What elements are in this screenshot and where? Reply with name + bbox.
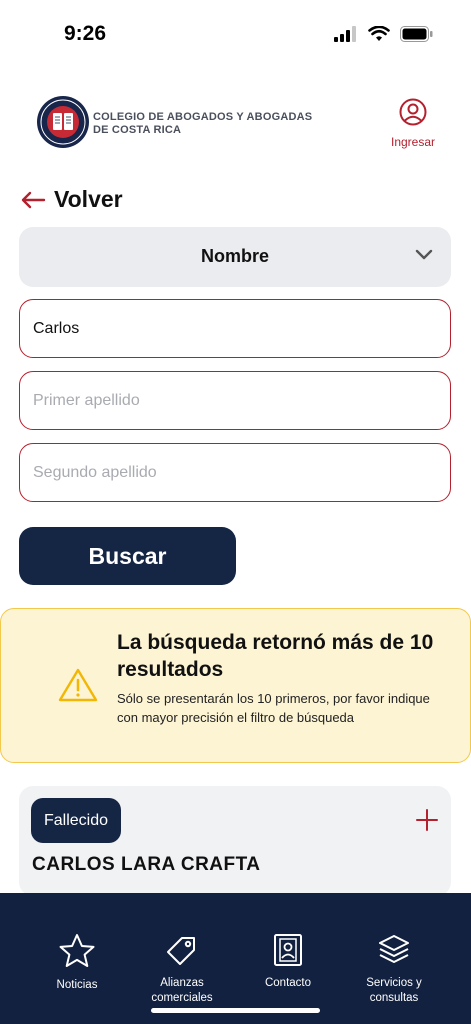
back-button[interactable]: Volver: [20, 186, 123, 213]
organization-name-line2: DE COSTA RICA: [93, 124, 182, 136]
organization-name: COLEGIO DE ABOGADOS Y ABOGADAS DE COSTA …: [93, 111, 323, 137]
search-button[interactable]: Buscar: [19, 527, 236, 585]
search-type-dropdown[interactable]: Nombre: [19, 227, 451, 287]
first-surname-field: [19, 371, 451, 430]
alert-message: Sólo se presentarán los 10 primeros, por…: [117, 691, 430, 725]
layers-icon: [379, 935, 409, 963]
result-name: CARLOS LARA CRAFTA: [32, 854, 261, 875]
battery-icon: [400, 26, 433, 42]
first-name-input[interactable]: [31, 300, 425, 358]
results-limit-alert: La búsqueda retornó más de 10 resultados…: [0, 608, 471, 763]
status-time: 9:26: [64, 22, 107, 45]
star-icon: [59, 934, 95, 967]
nav-label-alianzas: Alianzas comerciales: [151, 977, 213, 1004]
arrow-left-icon: [21, 191, 46, 208]
first-name-field: [19, 299, 451, 358]
home-indicator: [151, 1008, 320, 1013]
second-surname-field: [19, 443, 451, 502]
tag-icon: [167, 937, 195, 965]
bar-association-logo: [37, 96, 89, 148]
back-label: Volver: [54, 186, 123, 212]
chevron-down-icon: [415, 249, 433, 260]
contact-book-icon: [274, 934, 302, 966]
status-bar: 9:26: [0, 0, 471, 70]
expand-plus-icon[interactable]: [415, 808, 439, 832]
bottom-navigation: Noticias Alianzas comerciales Contacto S…: [0, 893, 471, 1024]
search-type-value: Nombre: [200, 246, 269, 266]
nav-label-servicios: Servicios y consultas: [366, 977, 422, 1004]
alert-title: La búsqueda retornó más de 10 resultados: [117, 631, 434, 681]
status-badge: Fallecido: [31, 798, 122, 843]
nav-item-noticias[interactable]: Noticias: [37, 933, 117, 993]
nav-label-noticias: Noticias: [56, 979, 98, 991]
organization-name-line1: COLEGIO DE ABOGADOS Y ABOGADAS: [93, 111, 313, 123]
result-card[interactable]: Fallecido CARLOS LARA CRAFTA: [19, 786, 451, 896]
login-button[interactable]: Ingresar: [386, 98, 440, 149]
second-surname-input[interactable]: [31, 444, 425, 502]
wifi-icon: [368, 26, 390, 41]
first-surname-input[interactable]: [31, 372, 425, 430]
nav-item-contacto[interactable]: Contacto: [248, 933, 328, 991]
app-header: COLEGIO DE ABOGADOS Y ABOGADAS DE COSTA …: [0, 90, 471, 160]
status-icons: [334, 26, 433, 42]
nav-item-servicios[interactable]: Servicios y consultas: [354, 933, 434, 1006]
cellular-signal-icon: [334, 26, 356, 42]
warning-triangle-icon: [58, 668, 98, 702]
nav-item-alianzas[interactable]: Alianzas comerciales: [142, 933, 222, 1006]
user-circle-icon: [399, 98, 427, 126]
nav-label-contacto: Contacto: [264, 977, 312, 989]
login-label: Ingresar: [390, 135, 436, 149]
